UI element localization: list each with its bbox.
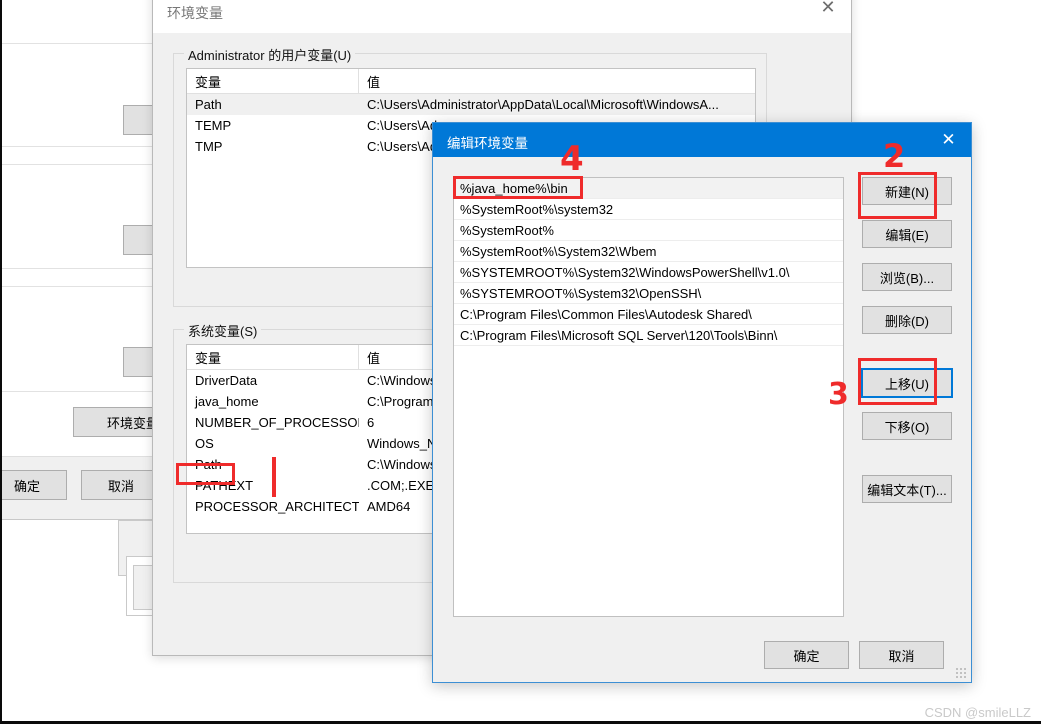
- ok-button[interactable]: 确定: [764, 641, 849, 669]
- ok-button[interactable]: 确定: [0, 470, 67, 500]
- variable-name: OS: [195, 436, 214, 451]
- variable-name: PATHEXT: [195, 478, 254, 493]
- variable-name: PROCESSOR_ARCHITECT...: [195, 499, 359, 514]
- list-item[interactable]: %SystemRoot%\System32\Wbem: [454, 241, 843, 262]
- cancel-button[interactable]: 取消: [81, 470, 161, 500]
- delete-button[interactable]: 删除(D): [862, 306, 952, 334]
- divider: [0, 286, 169, 287]
- edit-environment-variable-dialog: 编辑环境变量 ✕ %java_home%\bin %SystemRoot%\sy…: [432, 122, 972, 683]
- move-down-button[interactable]: 下移(O): [862, 412, 952, 440]
- list-item[interactable]: %SystemRoot%: [454, 220, 843, 241]
- divider: [0, 391, 169, 392]
- cancel-button[interactable]: 取消: [859, 641, 944, 669]
- column-header-variable: 变量: [187, 345, 359, 369]
- variable-name: Path: [195, 97, 222, 112]
- env-dialog-title: 环境变量: [167, 5, 223, 21]
- column-header-value: 值: [367, 351, 381, 366]
- divider: [0, 164, 169, 165]
- system-properties-window: 动登录。 以及虚拟内存 设 设 设 环境变量 确定 取消: [0, 0, 193, 520]
- edit-dialog-titlebar: 编辑环境变量 ✕: [433, 123, 971, 157]
- variable-name: TEMP: [195, 118, 232, 133]
- divider: [0, 146, 169, 147]
- table-row[interactable]: Path C:\Users\Administrator\AppData\Loca…: [187, 94, 755, 115]
- list-item[interactable]: %SYSTEMROOT%\System32\WindowsPowerShell\…: [454, 262, 843, 283]
- edit-button[interactable]: 编辑(E): [862, 220, 952, 248]
- variable-value: C:\Users\Administrator\AppData\Local\Mic…: [367, 97, 719, 112]
- user-variables-group-label: Administrator 的用户变量(U): [184, 45, 356, 64]
- variable-name-path: Path: [195, 457, 222, 472]
- edit-text-button[interactable]: 编辑文本(T)...: [862, 475, 952, 503]
- variable-value: AMD64: [367, 499, 411, 514]
- move-up-button[interactable]: 上移(U): [861, 368, 953, 398]
- edit-dialog-title: 编辑环境变量: [447, 136, 528, 151]
- divider: [0, 43, 169, 44]
- close-icon[interactable]: ✕: [926, 123, 971, 157]
- left-edge: [0, 0, 2, 724]
- list-item[interactable]: %SYSTEMROOT%\System32\OpenSSH\: [454, 283, 843, 304]
- column-header-value: 值: [367, 75, 381, 90]
- variable-name: DriverData: [195, 373, 258, 388]
- watermark: CSDN @smileLLZ: [924, 705, 1031, 720]
- divider: [0, 268, 169, 269]
- list-item[interactable]: C:\Program Files\Common Files\Autodesk S…: [454, 304, 843, 325]
- variable-value: 6: [367, 415, 375, 430]
- new-button[interactable]: 新建(N): [862, 177, 952, 205]
- sysprops-footer: 确定 取消: [0, 456, 169, 519]
- list-item[interactable]: %SystemRoot%\system32: [454, 199, 843, 220]
- browse-button[interactable]: 浏览(B)...: [862, 263, 952, 291]
- path-entries-list[interactable]: %java_home%\bin %SystemRoot%\system32 %S…: [453, 177, 844, 617]
- close-icon[interactable]: ✕: [805, 0, 851, 27]
- column-header-variable: 变量: [187, 69, 359, 93]
- list-item[interactable]: %java_home%\bin: [454, 178, 843, 199]
- variable-name: TMP: [195, 139, 223, 154]
- list-item[interactable]: C:\Program Files\Microsoft SQL Server\12…: [454, 325, 843, 346]
- resize-grip[interactable]: [955, 667, 967, 679]
- variable-name: java_home: [195, 394, 259, 409]
- user-variables-header: 变量 值: [187, 69, 755, 94]
- env-dialog-titlebar: 环境变量 ✕: [153, 0, 851, 33]
- system-variables-group-label: 系统变量(S): [184, 321, 262, 340]
- variable-name: NUMBER_OF_PROCESSORS: [195, 415, 359, 430]
